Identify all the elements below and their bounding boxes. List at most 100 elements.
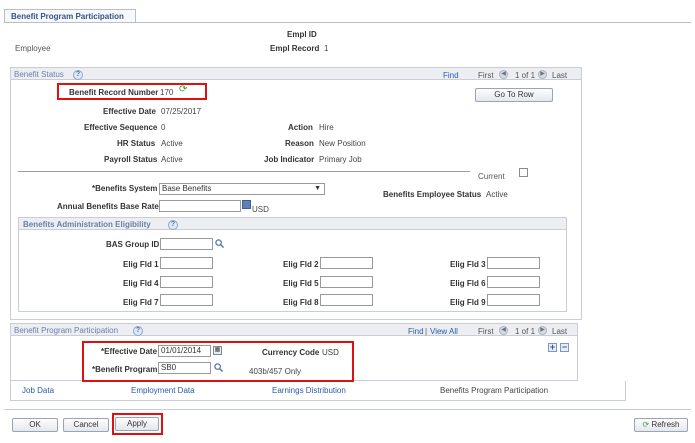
program-effective-date-input[interactable]: 01/01/2014 [158,345,211,357]
benefits-system-label: *Benefits System [92,184,158,193]
benefits-system-select[interactable]: Base Benefits ▼ [159,183,325,195]
bas-group-label: BAS Group ID [106,240,160,249]
action-label: Action [288,123,313,132]
page-tab-label: Benefit Program Participation [11,12,124,21]
elig-fld-5-input[interactable] [320,276,373,288]
payroll-status-label: Payroll Status [104,155,158,164]
effective-sequence-label: Effective Sequence [84,123,158,132]
footer-link-job-data[interactable]: Job Data [22,386,54,395]
empl-record-value: 1 [324,44,329,53]
benefit-program-description: 403b/457 Only [249,367,302,376]
empl-id-label: Empl ID [287,30,317,39]
elig-fld-9-label: Elig Fld 9 [450,298,486,307]
program-first-label: First [478,327,494,336]
current-checkbox[interactable] [519,168,528,177]
cancel-button[interactable]: Cancel [63,418,109,432]
elig-fld-8-input[interactable] [320,294,373,306]
elig-fld-3-label: Elig Fld 3 [450,260,486,269]
eligibility-help-icon[interactable]: ? [168,220,178,230]
elig-fld-4-label: Elig Fld 4 [123,279,159,288]
payroll-status-value: Active [161,155,183,164]
currency-code-value: USD [322,348,339,357]
base-rate-label: Annual Benefits Base Rate [57,202,159,211]
base-rate-currency: USD [252,205,269,214]
footer-link-earnings-distribution[interactable]: Earnings Distribution [272,386,346,395]
calculator-icon[interactable] [242,200,251,209]
elig-fld-6-label: Elig Fld 6 [450,279,486,288]
bas-group-input[interactable] [160,238,213,250]
program-search-icon[interactable] [214,363,223,372]
employee-label: Employee [15,44,51,53]
elig-fld-7-input[interactable] [160,294,213,306]
row-counter: 1 of 1 [515,71,536,80]
elig-fld-4-input[interactable] [160,276,213,288]
benefit-program-input[interactable]: SB0 [158,362,211,374]
job-indicator-value: Primary Job [319,155,362,164]
hr-status-value: Active [161,139,183,148]
footer-link-employment-data[interactable]: Employment Data [131,386,195,395]
prev-arrow-icon[interactable]: ◀ [499,70,508,79]
elig-fld-7-label: Elig Fld 7 [123,298,159,307]
eligibility-title: Benefits Administration Eligibility [23,220,151,229]
benefit-status-title: Benefit Status [14,70,64,79]
program-title: Benefit Program Participation [14,326,119,335]
elig-fld-3-input[interactable] [487,257,540,269]
effective-date-label: Effective Date [103,107,156,116]
footer-link-benefits-program: Benefits Program Participation [440,386,549,395]
employee-status-value: Active [486,190,508,199]
benefit-program-value: SB0 [161,363,177,372]
first-label: First [478,71,494,80]
reason-value: New Position [319,139,366,148]
base-rate-input[interactable] [159,200,241,212]
job-indicator-label: Job Indicator [264,155,315,164]
search-icon[interactable] [215,239,224,248]
program-help-icon[interactable]: ? [133,326,143,336]
apply-button[interactable]: Apply [115,417,159,431]
benefit-program-label: *Benefit Program [92,365,158,374]
refresh-button-icon: ⟳ [642,420,650,429]
refresh-button-label: Refresh [651,420,680,429]
program-next-arrow-icon[interactable]: ▶ [538,326,547,335]
chevron-down-icon: ▼ [314,185,321,192]
go-to-row-button[interactable]: Go To Row [475,88,553,102]
empl-record-label: Empl Record [270,44,320,53]
help-icon[interactable]: ? [73,70,83,80]
program-last-label: Last [552,327,568,336]
effective-date-value: 07/25/2017 [161,107,202,116]
calendar-icon[interactable]: ▦ [213,346,222,355]
current-label: Current [478,172,505,181]
elig-fld-2-input[interactable] [320,257,373,269]
employee-status-label: Benefits Employee Status [383,190,482,199]
refresh-icon[interactable]: ⟳ [179,84,187,95]
elig-fld-1-input[interactable] [160,257,213,269]
reason-label: Reason [285,139,314,148]
program-separator: | [425,327,428,336]
status-divider [18,171,470,172]
program-find-link[interactable]: Find [408,327,424,336]
find-link[interactable]: Find [443,71,459,80]
program-prev-arrow-icon[interactable]: ◀ [499,326,508,335]
delete-row-icon[interactable]: − [560,343,569,352]
next-arrow-icon[interactable]: ▶ [538,70,547,79]
program-effective-date-value: 01/01/2014 [161,346,202,355]
page-tab[interactable]: Benefit Program Participation [4,9,136,23]
benefit-record-number-value: 170 [160,88,174,97]
elig-fld-5-label: Elig Fld 5 [283,279,319,288]
elig-fld-1-label: Elig Fld 1 [123,260,159,269]
elig-fld-9-input[interactable] [487,294,540,306]
action-value: Hire [319,123,334,132]
elig-fld-2-label: Elig Fld 2 [283,260,319,269]
program-effective-date-label: *Effective Date [101,347,158,356]
program-row-counter: 1 of 1 [515,327,536,336]
benefit-record-number-label: Benefit Record Number [69,88,159,97]
tab-underline [4,22,691,23]
add-row-icon[interactable]: + [548,343,557,352]
ok-button[interactable]: OK [12,418,58,432]
effective-sequence-value: 0 [161,123,166,132]
refresh-button[interactable]: ⟳ Refresh [634,418,688,432]
elig-fld-6-input[interactable] [487,276,540,288]
elig-fld-8-label: Elig Fld 8 [283,298,319,307]
benefits-system-value: Base Benefits [162,184,212,193]
hr-status-label: HR Status [117,139,156,148]
program-view-all-link[interactable]: View All [430,327,458,336]
